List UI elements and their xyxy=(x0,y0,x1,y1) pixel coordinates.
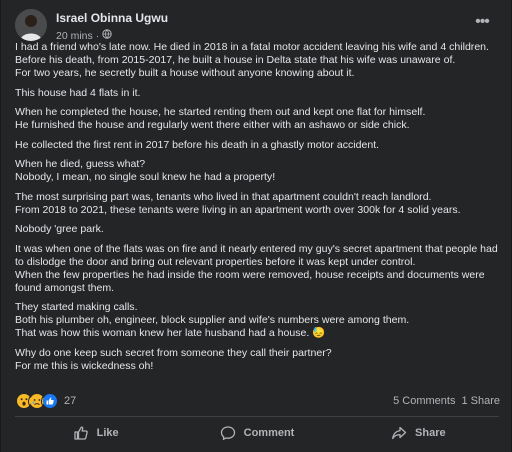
thumbs-up-icon xyxy=(73,425,89,441)
author-avatar[interactable] xyxy=(15,9,47,41)
post-text-line: He collected the first rent in 2017 befo… xyxy=(15,138,380,151)
post-text-line: When he completed the house, he started … xyxy=(15,106,426,118)
post-time[interactable]: 20 mins xyxy=(56,30,93,42)
post-text-line: He furnished the house and regularly wen… xyxy=(15,119,410,131)
share-label: Share xyxy=(415,427,446,439)
like-reaction-icon xyxy=(41,392,58,410)
post-paragraph: He collected the first rent in 2017 befo… xyxy=(15,139,505,152)
post-card: Israel Obinna Ugwu 20 mins · ••• I had a… xyxy=(1,0,511,452)
post-body: I had a friend who's late now. He died i… xyxy=(15,41,505,379)
post-text-line: When he died, guess what? xyxy=(15,158,146,170)
post-header: Israel Obinna Ugwu 20 mins · ••• xyxy=(15,9,499,43)
post-text-line: found amongst them. xyxy=(15,281,115,294)
engagement-counts: 5 Comments 1 Share xyxy=(393,395,500,407)
reaction-icons[interactable] xyxy=(15,392,58,410)
share-button[interactable]: Share xyxy=(338,418,499,448)
post-text-line: It was when one of the flats was on fire… xyxy=(15,242,498,255)
comments-count[interactable]: 5 Comments xyxy=(393,395,455,407)
post-text-line: For two years, he secretly built a house… xyxy=(15,67,355,79)
reaction-count[interactable]: 27 xyxy=(64,395,76,407)
comment-button[interactable]: Comment xyxy=(176,418,337,448)
post-text-line: Why do one keep such secret from someone… xyxy=(15,346,332,359)
post-text-line: That was how this woman knew her late hu… xyxy=(15,327,326,339)
post-paragraph: It was when one of the flats was on fire… xyxy=(15,243,505,295)
post-paragraph: When he completed the house, he started … xyxy=(15,106,505,132)
post-paragraph: Why do one keep such secret from someone… xyxy=(15,347,505,373)
like-button[interactable]: Like xyxy=(15,418,176,448)
post-text-line: The most surprising part was, tenants wh… xyxy=(15,190,432,203)
action-bar: Like Comment Share xyxy=(15,418,499,448)
post-text-line: This house had 4 flats in it. xyxy=(15,86,141,99)
author-name[interactable]: Israel Obinna Ugwu xyxy=(56,11,168,25)
shares-count[interactable]: 1 Share xyxy=(461,395,500,407)
more-options-icon[interactable]: ••• xyxy=(473,14,491,33)
post-text-line: Both his plumber oh, engineer, block sup… xyxy=(15,314,410,326)
like-label: Like xyxy=(96,427,119,439)
post-text-line: They started making calls. xyxy=(15,301,138,313)
post-text-line: For me this is wickedness oh! xyxy=(15,359,154,372)
comment-icon xyxy=(220,425,236,441)
post-text-line: Nobody, I mean, no single soul knew he h… xyxy=(15,171,276,183)
post-text-line: Before his death, from 2015-2017, he bui… xyxy=(15,54,456,66)
post-paragraph: Nobody 'gree park. xyxy=(15,223,505,236)
actions-divider xyxy=(15,416,499,417)
reactions-bar: 27 5 Comments 1 Share xyxy=(15,392,500,410)
post-paragraph: The most surprising part was, tenants wh… xyxy=(15,191,505,217)
post-paragraph: This house had 4 flats in it. xyxy=(15,87,505,100)
post-text-line: When the few properties he had inside th… xyxy=(15,268,485,281)
post-text-line: Nobody 'gree park. xyxy=(15,223,104,235)
post-text-line: I had a friend who's late now. He died i… xyxy=(15,41,489,53)
post-paragraph: They started making calls. Both his plumb… xyxy=(15,301,505,340)
meta-separator: · xyxy=(95,29,100,42)
comment-label: Comment xyxy=(243,427,295,439)
post-text-line: From 2018 to 2021, these tenants were li… xyxy=(15,203,461,216)
post-paragraph: I had a friend who's late now. He died i… xyxy=(15,41,505,80)
post-text-line: to dislodge the door and bring out relev… xyxy=(15,255,416,268)
post-paragraph: When he died, guess what? Nobody, I mean,… xyxy=(15,158,505,184)
share-arrow-icon xyxy=(391,425,407,441)
